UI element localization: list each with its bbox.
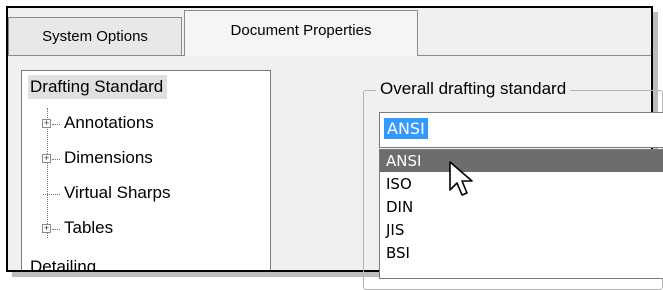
group-label: Overall drafting standard (376, 79, 571, 99)
mouse-pointer-icon (449, 161, 473, 196)
tree-item-annotations[interactable]: + Annotations (42, 112, 242, 138)
tree-branch-line (52, 124, 60, 125)
tree-item-virtual-sharps[interactable]: Virtual Sharps (42, 182, 242, 208)
tab-system-options[interactable]: System Options (8, 17, 182, 55)
dropdown-option-bsi[interactable]: BSI (380, 242, 663, 264)
tree-branch-line (52, 229, 60, 230)
drafting-standard-dropdown-list: ANSI ISO DIN JIS BSI (379, 149, 663, 279)
tree-item-label: Virtual Sharps (64, 183, 171, 202)
tree-branch-line (52, 159, 60, 160)
tree-item-label: Dimensions (64, 148, 153, 167)
tab-document-properties-label: Document Properties (230, 22, 372, 39)
plus-box-icon[interactable]: + (42, 224, 51, 233)
tree-item-dimensions[interactable]: + Dimensions (42, 147, 242, 173)
dropdown-option-din[interactable]: DIN (380, 196, 663, 218)
tree-item-tables[interactable]: + Tables (42, 217, 242, 243)
dropdown-option-jis[interactable]: JIS (380, 219, 663, 241)
dropdown-option-iso[interactable]: ISO (380, 173, 663, 195)
plus-box-icon[interactable]: + (42, 154, 51, 163)
tree-item-drafting-standard[interactable]: Drafting Standard (28, 75, 168, 99)
tab-system-options-label: System Options (42, 28, 148, 45)
drafting-standard-selected-value: ANSI (384, 118, 428, 139)
tree-item-label: Annotations (64, 113, 154, 132)
plus-box-icon[interactable]: + (42, 119, 51, 128)
dropdown-option-ansi[interactable]: ANSI (380, 150, 663, 172)
settings-tree: Drafting Standard + Annotations + Dimens… (21, 70, 271, 270)
tree-branch-line (43, 194, 60, 195)
tab-document-properties[interactable]: Document Properties (184, 10, 418, 56)
tree-item-label: Tables (64, 218, 114, 237)
tree-item-detailing[interactable]: Detailing (28, 257, 98, 270)
